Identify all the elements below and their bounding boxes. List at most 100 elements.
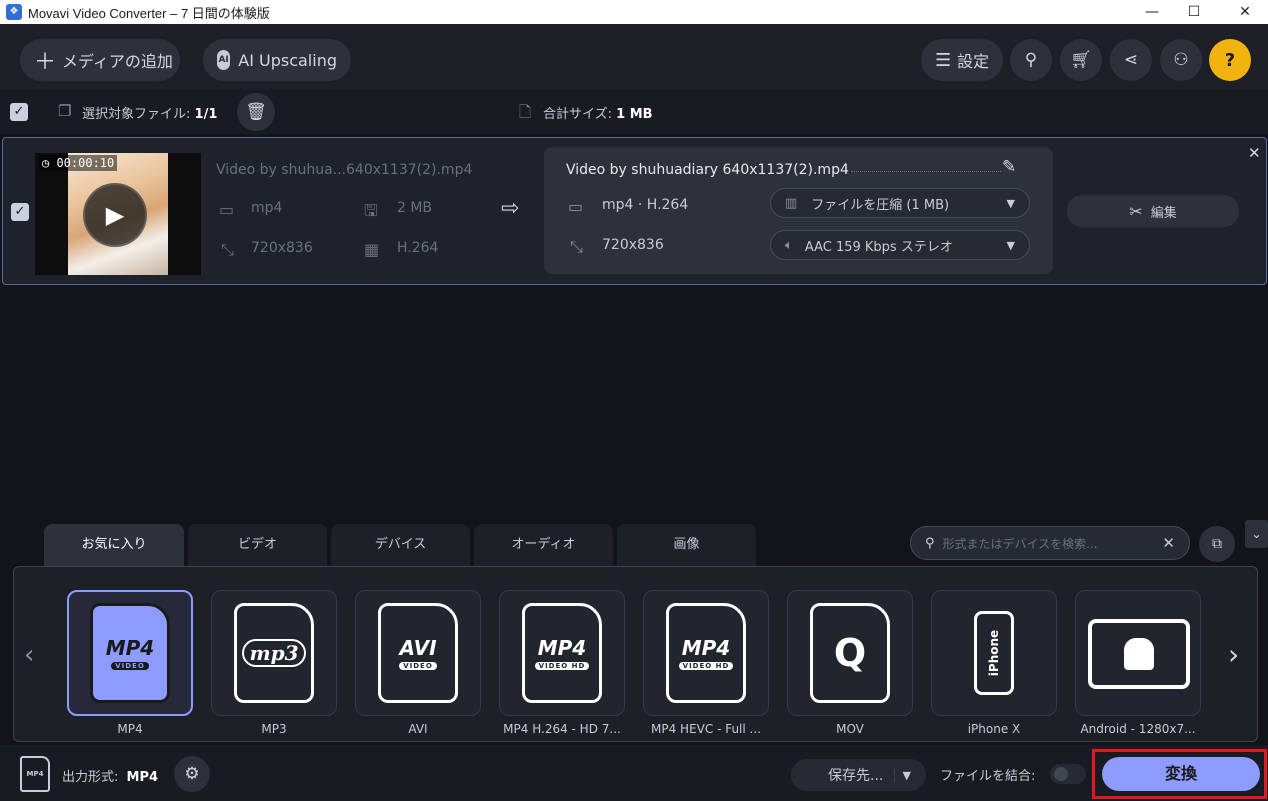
mp3-icon: mp3 (234, 603, 314, 703)
output-filename: Video by shuhuadiary 640x1137(2).mp4 (566, 162, 849, 178)
collapse-panel-button[interactable]: ⌄ (1245, 520, 1268, 548)
tab-devices[interactable]: デバイス (331, 524, 470, 566)
play-icon: ▶ (105, 201, 125, 229)
format-search-input[interactable]: ⚲ 形式またはデバイスを検索... ✕ (910, 526, 1190, 560)
scissors-icon: ✂ (1129, 201, 1143, 221)
close-window-button[interactable]: ✕ (1222, 0, 1268, 24)
user-icon: ⚇ (1173, 50, 1189, 70)
duration-value: 00:00:10 (56, 156, 115, 170)
play-button[interactable]: ▶ (83, 183, 147, 247)
file-size-icon: 🗋 (519, 103, 532, 121)
settings-button[interactable]: ☰ 設定 (921, 39, 1003, 81)
scroll-left-button[interactable]: ‹ (24, 640, 34, 670)
chevron-down-icon[interactable]: ▼ (893, 768, 911, 782)
edit-button[interactable]: ✂ 編集 (1067, 195, 1239, 227)
save-to-button[interactable]: 保存先... ▼ (791, 759, 926, 791)
rename-button[interactable]: ✎ (1002, 157, 1016, 177)
format-panel (13, 566, 1258, 742)
tab-images[interactable]: 画像 (617, 524, 756, 566)
add-media-button[interactable]: ＋ メディアの追加 (20, 39, 180, 81)
total-size: 合計サイズ: 1 MB (543, 103, 653, 122)
format-label-avi: AVI (408, 722, 428, 736)
selected-files-value: 1/1 (194, 107, 218, 122)
account-button[interactable]: ⚇ (1160, 39, 1202, 81)
format-label-mp4-hevc: MP4 HEVC - Full ... (651, 722, 761, 736)
source-codec: H.264 (397, 240, 439, 256)
output-resolution: 720x836 (602, 237, 664, 253)
audio-label: AAC 159 Kbps ステレオ (804, 239, 953, 255)
detect-device-button[interactable]: ⧉ (1199, 526, 1235, 562)
format-tile-android[interactable] (1075, 590, 1201, 716)
close-icon: ✕ (1248, 144, 1261, 162)
tab-audio[interactable]: オーディオ (474, 524, 613, 566)
format-tile-mp3[interactable]: mp3 (211, 590, 337, 716)
mp4-hevc-icon: MP4 VIDEO HD (666, 603, 746, 703)
save-icon: 🖫︎ (364, 201, 378, 220)
file-checkbox[interactable]: ✓ (11, 203, 29, 221)
title-bar: ❖ Movavi Video Converter – 7 日間の体験版 — ☐ … (0, 0, 1268, 24)
tab-favorites[interactable]: お気に入り (44, 524, 184, 566)
ai-upscaling-label: AI Upscaling (238, 50, 337, 70)
source-size: 2 MB (397, 200, 433, 216)
format-tile-mov[interactable]: Q (787, 590, 913, 716)
format-tile-iphone-x[interactable]: iPhone (931, 590, 1057, 716)
audio-dropdown[interactable]: 🔈︎ AAC 159 Kbps ステレオ ▼ (770, 230, 1030, 260)
format-tile-avi[interactable]: AVI VIDEO (355, 590, 481, 716)
format-tile-mp4-h264-hd[interactable]: MP4 VIDEO HD (499, 590, 625, 716)
video-thumbnail[interactable]: ▶ ◷ 00:00:10 (35, 153, 201, 275)
selected-files-label: 選択対象ファイル: (82, 107, 191, 122)
ai-upscaling-button[interactable]: AI AI Upscaling (203, 39, 351, 81)
output-format-value: MP4 (126, 770, 159, 785)
output-format-file-icon: MP4 (20, 756, 50, 792)
gear-icon: ⚙ (184, 764, 200, 784)
output-resize-icon: ⤡ (570, 237, 583, 256)
android-tablet-icon (1088, 619, 1190, 689)
source-format: mp4 (251, 200, 283, 216)
format-label-mp4: MP4 (117, 722, 143, 736)
format-tile-mp4[interactable]: MP4 VIDEO (67, 590, 193, 716)
search-toolbar-button[interactable]: ⚲ (1010, 39, 1052, 81)
selected-files: 選択対象ファイル: 1/1 (82, 103, 217, 122)
files-icon: ❐ (58, 102, 72, 120)
settings-label: 設定 (957, 52, 990, 71)
duration-badge: ◷ 00:00:10 (39, 155, 118, 171)
share-button[interactable]: ⋖ (1110, 39, 1152, 81)
plus-icon: ＋ (34, 50, 57, 75)
main-toolbar: ＋ メディアの追加 AI AI Upscaling ☰ 設定 ⚲ 🛒︎ ⋖ ⚇ … (0, 24, 1268, 90)
cart-button[interactable]: 🛒︎ (1060, 39, 1102, 81)
share-icon: ⋖ (1123, 50, 1139, 70)
mp4-icon: MP4 VIDEO (90, 603, 170, 703)
total-size-value: 1 MB (616, 107, 653, 122)
maximize-button[interactable]: ☐ (1171, 0, 1217, 24)
sliders-icon: ☰ (935, 49, 952, 71)
merge-files-toggle[interactable] (1050, 764, 1086, 784)
format-label-iphone-x: iPhone X (967, 722, 1021, 736)
codec-icon: ▦ (364, 240, 380, 259)
source-resolution: 720x836 (251, 240, 313, 256)
compress-dropdown[interactable]: ▥ ファイルを圧縮 (1 MB) ▼ (770, 188, 1030, 218)
scroll-right-button[interactable]: › (1228, 638, 1239, 671)
highlight-box (1092, 749, 1267, 799)
clear-search-icon[interactable]: ✕ (1162, 534, 1175, 552)
format-label-android: Android - 1280x7... (1080, 722, 1196, 736)
minimize-button[interactable]: — (1129, 0, 1175, 24)
format-label-mov: MOV (836, 722, 864, 736)
avi-icon: AVI VIDEO (378, 603, 458, 703)
delete-button[interactable]: 🗑︎ (237, 93, 275, 131)
help-button[interactable]: ? (1209, 39, 1251, 81)
source-filename: Video by shuhua...640x1137(2).mp4 (216, 162, 473, 178)
format-tile-mp4-hevc[interactable]: MP4 VIDEO HD (643, 590, 769, 716)
output-format-label: 出力形式: (62, 770, 119, 785)
filename-dotted-line (851, 171, 1001, 172)
total-size-label: 合計サイズ: (543, 107, 612, 122)
format-label-mp3: MP3 (261, 722, 287, 736)
select-all-checkbox[interactable]: ✓ (10, 103, 28, 121)
tab-video[interactable]: ビデオ (188, 524, 327, 566)
remove-file-button[interactable]: ✕ (1248, 144, 1261, 162)
speaker-icon: 🔈︎ (785, 237, 793, 253)
window-title: Movavi Video Converter – 7 日間の体験版 (28, 6, 270, 21)
resize-icon: ⤡ (221, 240, 234, 259)
compress-label: ファイルを圧縮 (1 MB) (811, 197, 950, 213)
format-settings-button[interactable]: ⚙ (174, 756, 210, 792)
device-search-icon: ⧉ (1212, 536, 1222, 552)
